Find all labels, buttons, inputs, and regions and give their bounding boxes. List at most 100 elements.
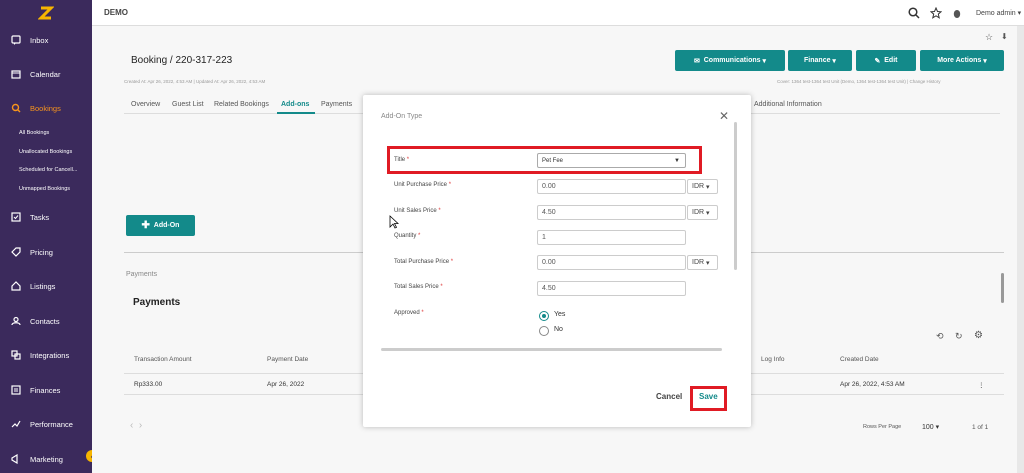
page-info: 1 of 1 — [972, 424, 989, 431]
unit-sales-currency[interactable]: IDR ▾ — [687, 205, 718, 220]
sidebar-sub-all-bookings[interactable]: All Bookings — [19, 130, 49, 136]
rows-per-page-label: Rows Per Page — [863, 424, 902, 430]
row-menu-icon[interactable]: ⋮ — [978, 381, 985, 389]
sidebar-item-calendar[interactable]: Calendar — [0, 65, 92, 83]
unit-purchase-currency[interactable]: IDR ▾ — [687, 179, 718, 194]
content-scrollbar[interactable] — [1001, 273, 1004, 303]
inbox-icon — [10, 34, 22, 46]
hand-icon[interactable] — [950, 6, 964, 20]
column-header[interactable]: Log Info — [761, 356, 785, 363]
unit-sales-input[interactable]: 4.50 — [537, 205, 686, 220]
finance-button[interactable]: Finance ▾ — [788, 50, 852, 71]
column-header[interactable]: Created Date — [840, 356, 879, 363]
title-highlight-box — [387, 146, 702, 174]
top-bar: DEMO Demo admin ▾ — [92, 0, 1024, 26]
tab-payments[interactable]: Payments — [321, 101, 352, 108]
sidebar-item-label: Marketing — [30, 454, 63, 464]
sidebar-item-inbox[interactable]: Inbox — [0, 31, 92, 49]
calendar-icon — [10, 68, 22, 80]
unit-sales-label: Unit Sales Price * — [394, 208, 441, 214]
modal-title: Add-On Type — [381, 113, 423, 120]
refresh-icon[interactable]: ↻ — [955, 331, 963, 342]
sidebar-item-label: Integrations — [30, 350, 70, 360]
page-title: Booking / 220-317-223 — [131, 55, 233, 66]
table-cell: Rp333.00 — [134, 381, 163, 388]
user-menu[interactable]: Demo admin ▾ — [976, 9, 1021, 17]
sidebar-sub-scheduled-cancel[interactable]: Scheduled for Cancell... — [19, 167, 77, 173]
sidebar-sub-unmapped[interactable]: Unmapped Bookings — [19, 186, 70, 192]
cancel-button[interactable]: Cancel — [656, 392, 682, 401]
close-icon[interactable]: ✕ — [719, 109, 729, 123]
sidebar-item-tasks[interactable]: Tasks — [0, 208, 92, 226]
page-scrollbar[interactable] — [1017, 26, 1024, 473]
approved-no-radio[interactable] — [539, 326, 549, 336]
sidebar-item-label: Pricing — [30, 247, 53, 257]
total-purchase-label: Total Purchase Price * — [394, 259, 454, 265]
sidebar-item-label: Finances — [30, 385, 61, 395]
search-icon[interactable] — [907, 6, 921, 20]
tab-add-ons[interactable]: Add-ons — [281, 101, 309, 108]
sidebar-item-pricing[interactable]: Pricing — [0, 243, 92, 261]
column-header[interactable]: Payment Date — [267, 356, 308, 363]
total-purchase-currency[interactable]: IDR ▾ — [687, 255, 718, 270]
approved-label: Approved * — [394, 310, 424, 316]
sidebar-item-bookings[interactable]: Bookings — [0, 99, 92, 117]
edit-button[interactable]: ✎ Edit — [856, 50, 916, 71]
total-sales-input[interactable]: 4.50 — [537, 281, 686, 296]
approved-yes-radio[interactable] — [539, 311, 549, 321]
tab-related-bookings[interactable]: Related Bookings — [214, 101, 269, 108]
communications-button[interactable]: ✉ Communications ▾ — [675, 50, 785, 71]
integrations-icon — [10, 349, 22, 361]
sidebar-item-contacts[interactable]: Contacts — [0, 312, 92, 330]
tab-guest-list[interactable]: Guest List — [172, 101, 204, 108]
sidebar-item-marketing[interactable]: Marketing — [0, 450, 92, 468]
tasks-icon — [10, 211, 22, 223]
rows-per-page-select[interactable]: 100 ▾ — [922, 423, 939, 431]
edit-label: Edit — [884, 57, 898, 64]
bookings-icon — [10, 102, 22, 114]
booking-meta-right[interactable]: Cover: 1364 test-1364 test Unit (Demo, 1… — [777, 79, 941, 84]
unit-purchase-label: Unit Purchase Price * — [394, 182, 452, 188]
payments-title: Payments — [133, 297, 181, 308]
plus-icon: ✚ — [141, 220, 150, 231]
tab-overview[interactable]: Overview — [131, 101, 160, 108]
table-cell: Apr 26, 2022 — [267, 381, 305, 388]
sidebar-item-finances[interactable]: Finances — [0, 381, 92, 399]
more-actions-label: More Actions — [937, 57, 982, 64]
star-icon[interactable] — [929, 6, 943, 20]
gear-icon[interactable]: ⚙ — [974, 330, 983, 341]
add-on-label: Add-On — [153, 222, 180, 229]
sidebar-item-performance[interactable]: Performance — [0, 415, 92, 433]
contacts-icon — [10, 315, 22, 327]
unit-purchase-input[interactable]: 0.00 — [537, 179, 686, 194]
add-on-button[interactable]: ✚ Add-On — [126, 215, 195, 236]
app-logo[interactable] — [0, 0, 92, 26]
marketing-icon — [10, 453, 22, 465]
approved-yes-label: Yes — [554, 311, 566, 318]
column-header[interactable]: Transaction Amount — [134, 356, 192, 363]
rows-per-page-value: 100 — [922, 424, 934, 431]
communications-label: Communications — [703, 57, 761, 64]
sidebar-item-label: Performance — [30, 419, 73, 429]
quantity-input[interactable]: 1 — [537, 230, 686, 245]
total-purchase-input[interactable]: 0.00 — [537, 255, 686, 270]
bookmark-star-icon[interactable]: ☆ — [985, 32, 993, 43]
pin-icon[interactable]: ⬇ — [1001, 32, 1008, 41]
more-actions-button[interactable]: More Actions ▾ — [920, 50, 1004, 71]
finances-icon — [10, 384, 22, 396]
sidebar-sub-unallocated[interactable]: Unallocated Bookings — [19, 149, 72, 155]
app-name: DEMO — [104, 8, 128, 17]
sidebar: Inbox Calendar Bookings All Bookings Una… — [0, 0, 98, 473]
modal-scrollbar[interactable] — [734, 122, 737, 270]
sidebar-item-integrations[interactable]: Integrations — [0, 346, 92, 364]
sidebar-item-label: Calendar — [30, 69, 61, 79]
home-icon — [10, 280, 22, 292]
pager-arrows[interactable]: ‹ › — [130, 420, 142, 431]
tab-additional-information[interactable]: Additional Information — [754, 101, 822, 108]
sidebar-item-listings[interactable]: Listings — [0, 277, 92, 295]
active-tab-indicator — [277, 112, 315, 114]
modal-horizontal-scrollbar[interactable] — [381, 348, 722, 351]
quantity-label: Quantity * — [394, 233, 421, 239]
add-on-modal: Add-On Type ✕ Title * Pet Fee ▼ Unit Purc… — [363, 95, 751, 427]
sync-icon[interactable]: ⟲ — [936, 331, 944, 342]
